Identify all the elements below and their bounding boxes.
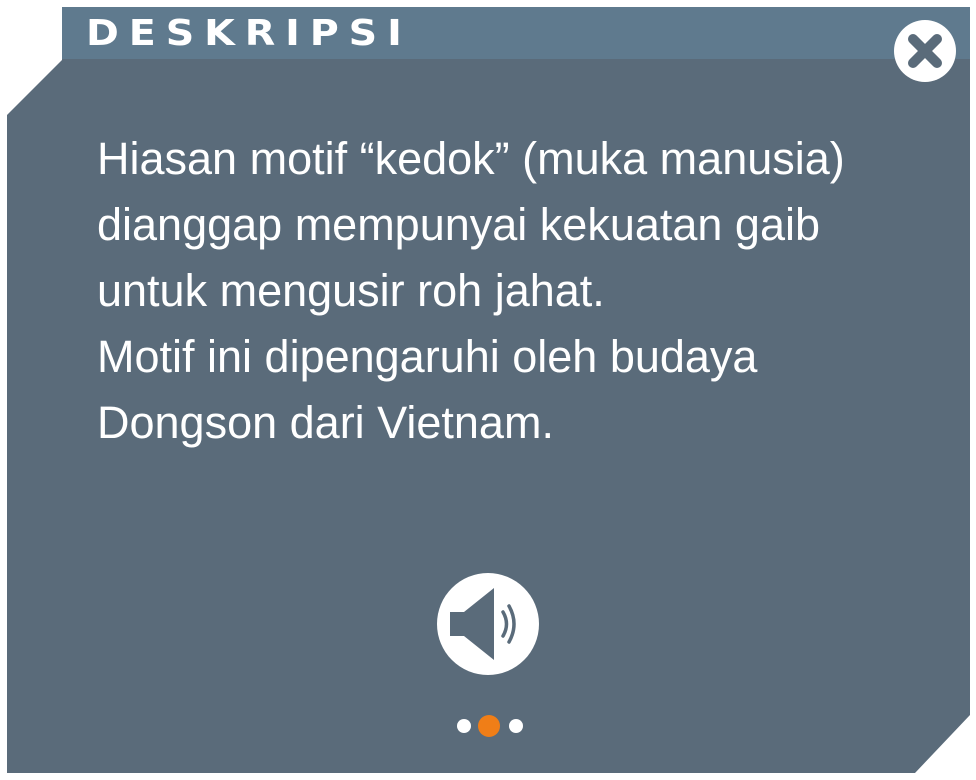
description-text: Hiasan motif “kedok” (muka manusia) dian… [97,126,897,456]
speaker-icon [437,573,539,675]
page-dot[interactable] [457,719,471,733]
page-indicator [452,712,532,740]
description-paragraph: Motif ini dipengaruhi oleh budaya Dongso… [97,331,758,448]
page-dot-active[interactable] [478,715,500,737]
audio-play-button[interactable] [436,572,540,676]
description-dialog: DESKRIPSI Hiasan motif “kedok” (muka man… [0,0,976,780]
page-dot[interactable] [509,719,523,733]
description-paragraph: Hiasan motif “kedok” (muka manusia) dian… [97,133,845,316]
close-x-icon [894,20,956,82]
dialog-title: DESKRIPSI [86,13,412,54]
close-button[interactable] [893,19,957,83]
